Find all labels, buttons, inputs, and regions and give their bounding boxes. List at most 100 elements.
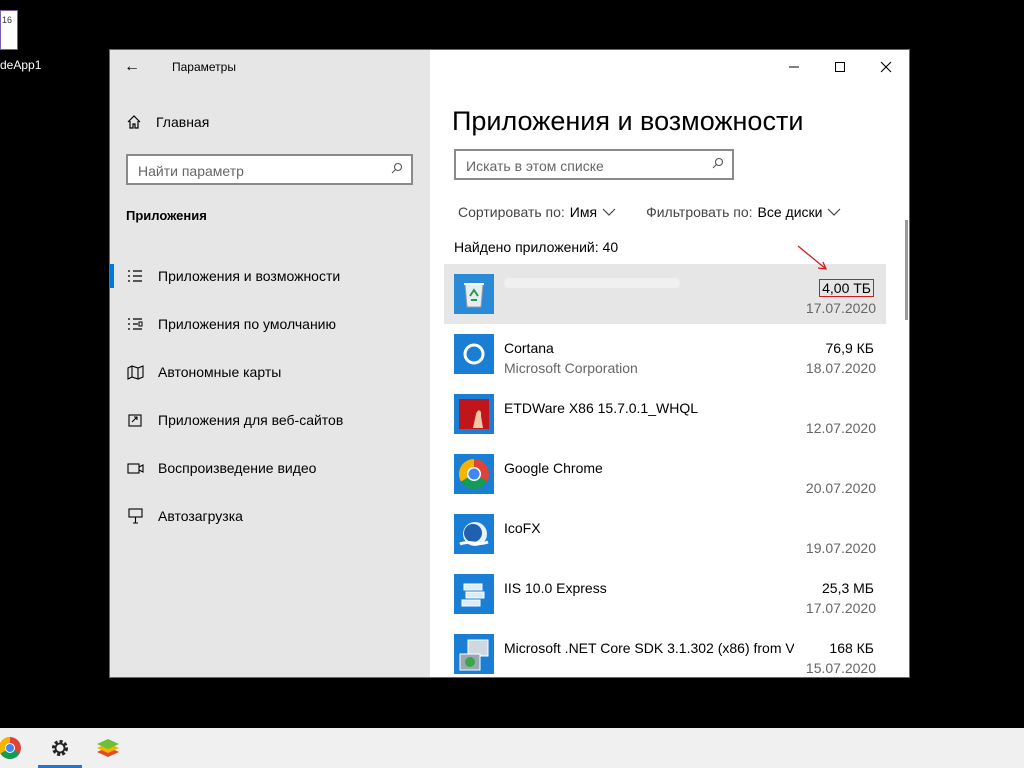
taskbar-chrome[interactable] (0, 728, 34, 768)
main-panel: Приложения и возможности Сортировать по:… (430, 50, 909, 677)
settings-window: ← Параметры Главная Приложения Прилож (109, 49, 910, 678)
sort-dropdown[interactable]: Сортировать по: Имя (458, 204, 616, 220)
iis-icon (454, 574, 494, 614)
sort-label: Сортировать по: (458, 204, 565, 220)
filter-value: Все диски (757, 204, 823, 220)
desktop-app-shortcut[interactable]: deApp1 (0, 10, 42, 80)
find-setting-input[interactable] (128, 156, 383, 185)
sidebar-item-video-playback[interactable]: Воспроизведение видео (110, 444, 430, 492)
sidebar-item-label: Автозагрузка (158, 508, 243, 524)
desktop-icon-label: deApp1 (0, 58, 42, 72)
app-date: 17.07.2020 (805, 300, 876, 316)
web-apps-icon (126, 411, 144, 429)
sidebar-item-label: Воспроизведение видео (158, 460, 317, 476)
sidebar-item-label: Автономные карты (158, 364, 282, 380)
sidebar-item-default-apps[interactable]: Приложения по умолчанию (110, 300, 430, 348)
sidebar-item-offline-maps[interactable]: Автономные карты (110, 348, 430, 396)
default-apps-icon (126, 315, 144, 333)
app-name: Google Chrome (504, 460, 603, 476)
cortana-icon (454, 334, 494, 374)
recycle-bin-icon (454, 274, 494, 314)
app-name-redacted (504, 278, 680, 288)
taskbar-bluestacks[interactable] (84, 728, 132, 768)
back-arrow-icon: ← (124, 58, 140, 75)
app-list-search-input[interactable] (456, 151, 704, 180)
app-date: 20.07.2020 (805, 480, 876, 496)
list-item[interactable]: Cortana Microsoft Corporation 76,9 КБ 18… (444, 324, 886, 384)
home-label: Главная (156, 114, 210, 130)
page-title: Приложения и возможности (452, 106, 804, 136)
etdware-icon (454, 394, 494, 434)
video-icon (126, 459, 144, 477)
app-date: 17.07.2020 (805, 600, 876, 616)
maximize-button[interactable] (817, 50, 863, 84)
maximize-icon (835, 62, 845, 72)
app-name: ETDWare X86 15.7.0.1_WHQL (504, 400, 699, 416)
list-item[interactable]: Microsoft .NET Core SDK 3.1.302 (x86) fr… (444, 624, 886, 677)
sidebar-item-apps-features[interactable]: Приложения и возможности (110, 252, 430, 300)
app-size: 76,9 КБ (825, 340, 874, 356)
taskbar (0, 728, 1024, 768)
chevron-down-icon (602, 208, 616, 216)
app-list: 4,00 ТБ 17.07.2020 Cortana Microsoft Cor… (444, 264, 886, 677)
active-indicator (110, 264, 114, 288)
sort-value: Имя (569, 204, 598, 220)
chrome-icon (0, 737, 21, 759)
sidebar-item-label: Приложения для веб-сайтов (158, 412, 344, 428)
app-size-highlighted: 4,00 ТБ (819, 279, 874, 297)
app-shortcut-icon (0, 10, 18, 50)
apps-found-count: Найдено приложений: 40 (454, 239, 618, 255)
gear-icon (52, 740, 68, 756)
sidebar: ← Параметры Главная Приложения Прилож (110, 50, 430, 677)
app-date: 18.07.2020 (805, 360, 876, 376)
back-button[interactable]: ← (124, 58, 140, 76)
chrome-icon (454, 454, 494, 494)
list-item[interactable]: Google Chrome 20.07.2020 (444, 444, 886, 504)
filter-dropdown[interactable]: Фильтровать по: Все диски (646, 204, 841, 220)
find-setting-search-box[interactable] (126, 154, 413, 185)
app-date: 19.07.2020 (805, 540, 876, 556)
minimize-icon (789, 66, 799, 68)
dotnet-installer-icon (454, 634, 494, 674)
list-scrollbar[interactable] (905, 220, 908, 320)
sidebar-item-label: Приложения по умолчанию (158, 316, 336, 332)
found-number: 40 (602, 239, 619, 255)
app-date: 15.07.2020 (805, 660, 876, 676)
filter-label: Фильтровать по: (646, 204, 753, 220)
sidebar-item-label: Приложения и возможности (158, 268, 341, 284)
taskbar-settings[interactable] (36, 728, 84, 768)
search-icon (712, 157, 724, 169)
close-icon (880, 61, 892, 73)
window-controls (771, 50, 909, 84)
found-label: Найдено приложений: (454, 239, 599, 255)
app-size: 168 КБ (829, 640, 874, 656)
close-button[interactable] (863, 50, 909, 84)
app-size: 25,3 МБ (822, 580, 874, 596)
home-nav-item[interactable]: Главная (126, 114, 209, 130)
app-name: Cortana (504, 340, 554, 356)
search-icon (391, 162, 403, 174)
app-name: IIS 10.0 Express (504, 580, 607, 596)
icofx-icon (454, 514, 494, 554)
app-date: 12.07.2020 (805, 420, 876, 436)
annotation-arrow-icon (797, 245, 828, 270)
app-list-search-box[interactable] (454, 149, 734, 180)
chevron-down-icon (828, 208, 841, 216)
app-publisher: Microsoft Corporation (504, 360, 638, 376)
sidebar-item-startup[interactable]: Автозагрузка (110, 492, 430, 540)
list-item[interactable]: IIS 10.0 Express 25,3 МБ 17.07.2020 (444, 564, 886, 624)
window-title: Параметры (172, 60, 236, 74)
home-icon (127, 115, 141, 129)
app-size: 4,00 ТБ (819, 279, 874, 297)
app-name: IcoFX (504, 520, 541, 536)
sidebar-nav: Приложения и возможности Приложения по у… (110, 252, 430, 540)
apps-list-icon (126, 267, 144, 285)
minimize-button[interactable] (771, 50, 817, 84)
section-title: Приложения (126, 208, 207, 223)
sidebar-item-apps-for-websites[interactable]: Приложения для веб-сайтов (110, 396, 430, 444)
list-item[interactable]: IcoFX 19.07.2020 (444, 504, 886, 564)
map-icon (126, 363, 144, 381)
list-item[interactable]: ETDWare X86 15.7.0.1_WHQL 12.07.2020 (444, 384, 886, 444)
startup-icon (126, 507, 144, 525)
app-name: Microsoft .NET Core SDK 3.1.302 (x86) fr… (504, 640, 794, 656)
